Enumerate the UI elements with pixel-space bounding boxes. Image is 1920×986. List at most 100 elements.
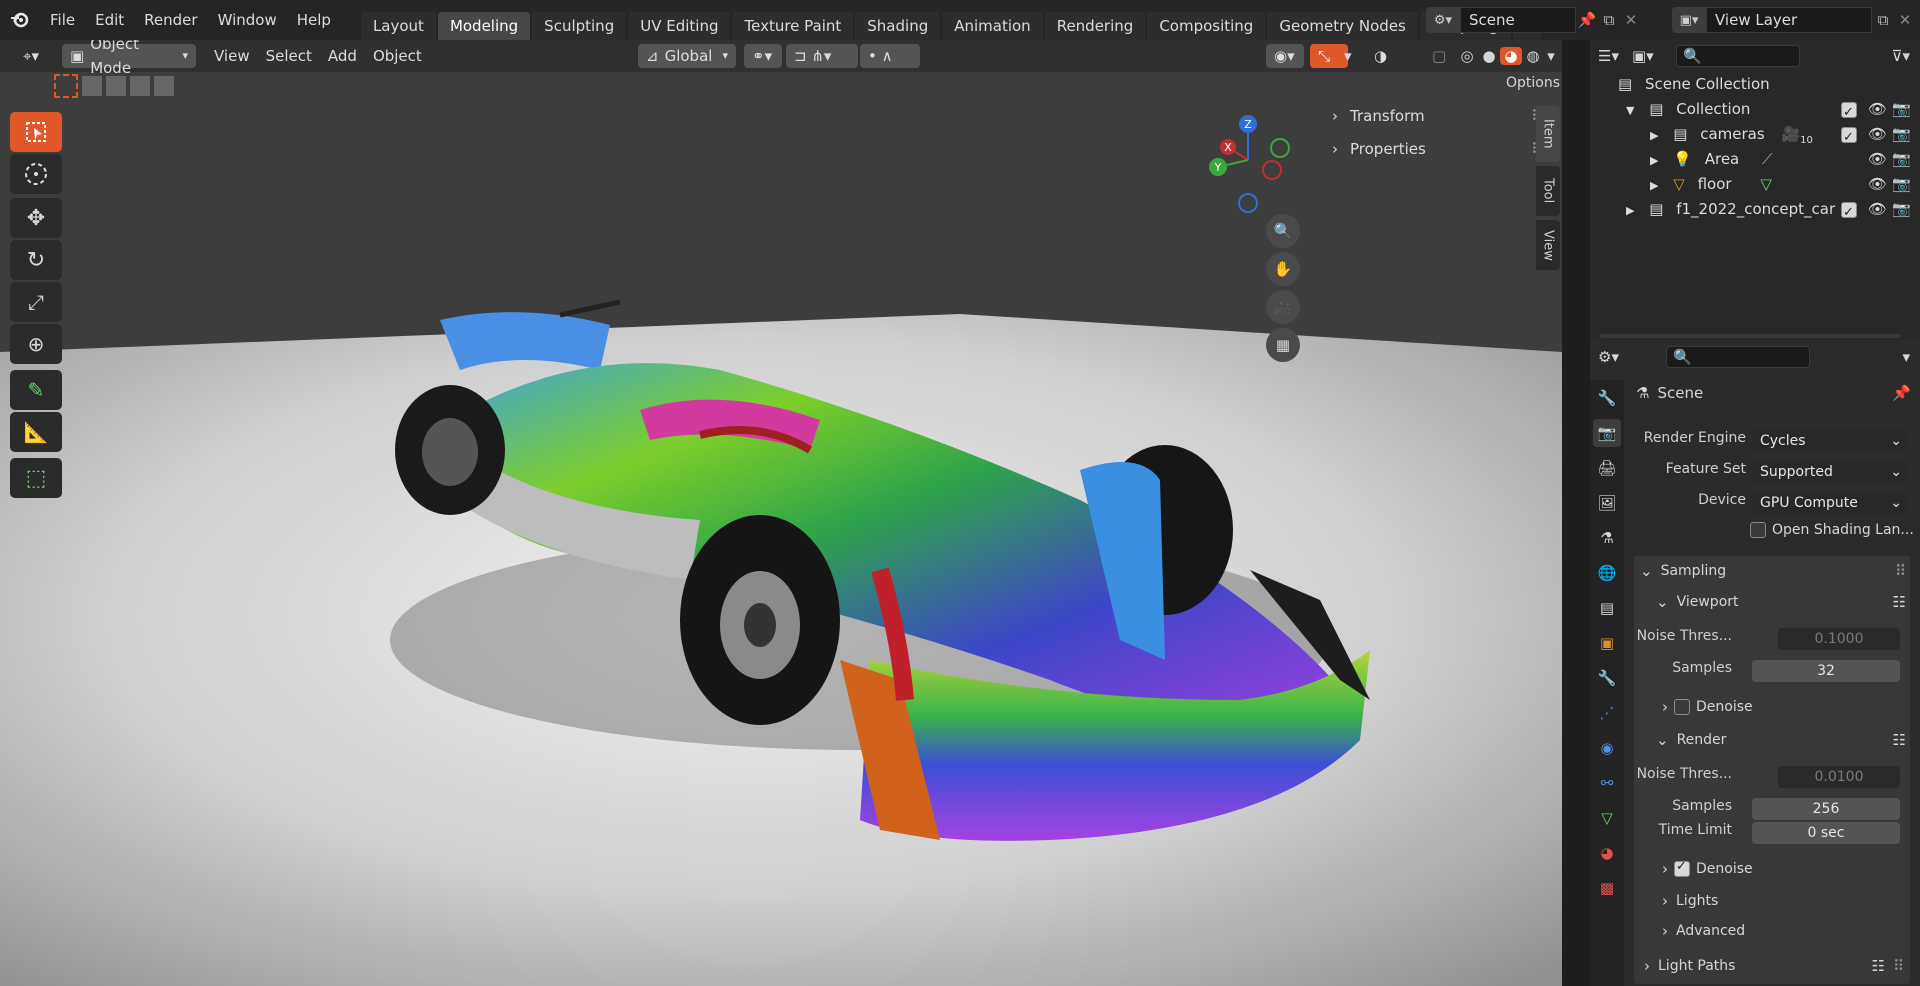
gizmo-neg-x-axis[interactable] <box>1262 160 1282 180</box>
eye-icon[interactable]: 👁 <box>1868 197 1887 222</box>
tab-sculpting[interactable]: Sculpting <box>532 12 627 40</box>
overlays-button[interactable]: ◑ <box>1366 44 1404 68</box>
tool-tab[interactable]: 🔧 <box>1593 384 1621 412</box>
menu-add[interactable]: Add <box>320 44 365 68</box>
menu-edit[interactable]: Edit <box>85 0 134 40</box>
outliner-search-input[interactable]: 🔍 <box>1676 45 1800 67</box>
scene-tab[interactable]: ⚗ <box>1593 524 1621 552</box>
options-dropdown[interactable]: Options ▾ <box>1498 72 1562 94</box>
scene-icon[interactable]: ⚙▾ <box>1426 7 1460 33</box>
eye-icon[interactable]: 👁 <box>1868 172 1887 197</box>
expand-arrow-icon[interactable]: ▶ <box>1650 154 1658 167</box>
perspective-toggle-button[interactable]: ▦ <box>1266 328 1300 362</box>
editor-type-button[interactable]: ⌖▾ <box>8 44 54 68</box>
viewport-denoise-checkbox[interactable] <box>1674 699 1690 715</box>
select-box-tool[interactable] <box>10 112 62 152</box>
collection-tab[interactable]: ▤ <box>1593 594 1621 622</box>
orientation-dropdown[interactable]: ⊿ Global ▾ <box>638 44 736 68</box>
outliner-row-collection[interactable]: ▼ ▤ Collection 👁 📷 <box>1590 97 1920 125</box>
pivot-dropdown[interactable]: ⚭▾ <box>744 44 782 68</box>
outliner-row-floor[interactable]: ▶ ▽ floor ▽ 👁 📷 <box>1590 172 1920 197</box>
view-layer-icon[interactable]: ▣▾ <box>1672 7 1706 33</box>
rotate-tool[interactable]: ↻ <box>10 240 62 280</box>
mode-dropdown[interactable]: ▣ Object Mode ▾ <box>62 40 196 77</box>
constraints-tab[interactable]: ⚯ <box>1593 769 1621 797</box>
viewport-samples-field[interactable]: 32 <box>1752 660 1900 682</box>
transform-tool[interactable]: ⊕ <box>10 324 62 364</box>
display-mode-dropdown[interactable]: ▣▾ <box>1632 47 1668 65</box>
eye-icon[interactable]: 👁 <box>1868 97 1887 122</box>
render-denoise-row[interactable]: › Denoise <box>1662 859 1753 878</box>
viewport-subpanel-header[interactable]: ⌄ Viewport ☷ <box>1656 590 1906 614</box>
shading-dropdown[interactable]: ▾ <box>1544 47 1558 65</box>
cursor-tool[interactable] <box>10 154 62 194</box>
select-intersect-icon[interactable] <box>154 76 174 96</box>
render-tab[interactable]: 📷 <box>1593 419 1621 447</box>
pan-button[interactable]: ✋ <box>1266 252 1300 286</box>
delete-view-layer-icon[interactable]: ✕ <box>1894 11 1916 29</box>
select-subtract-icon[interactable] <box>106 76 126 96</box>
material-shading-icon[interactable]: ◕ <box>1500 47 1522 65</box>
exclude-checkbox[interactable] <box>1841 200 1857 225</box>
gizmo-neg-y-axis[interactable] <box>1270 138 1290 158</box>
select-box-new-icon[interactable] <box>54 74 78 98</box>
physics-tab[interactable]: ◉ <box>1593 734 1621 762</box>
drag-handle-icon[interactable]: ⠿ <box>1893 957 1904 975</box>
zoom-button[interactable]: 🔍 <box>1266 214 1300 248</box>
exclude-checkbox[interactable] <box>1841 125 1857 150</box>
select-invert-icon[interactable] <box>130 76 150 96</box>
viewport-scene[interactable] <box>0 40 1562 986</box>
list-icon[interactable]: ☷ <box>1872 957 1885 975</box>
annotate-tool[interactable]: ✎ <box>10 370 62 410</box>
delete-scene-icon[interactable]: ✕ <box>1620 11 1642 29</box>
expand-arrow-icon[interactable]: ▶ <box>1626 204 1634 217</box>
tab-layout[interactable]: Layout <box>360 12 436 40</box>
eye-icon[interactable]: 👁 <box>1868 147 1887 172</box>
add-cube-tool[interactable]: ⬚ <box>10 458 62 498</box>
menu-help[interactable]: Help <box>287 0 341 40</box>
view-layer-name-field[interactable]: View Layer <box>1706 7 1872 33</box>
solid-shading-icon[interactable]: ● <box>1478 47 1500 65</box>
light-paths-panel-header[interactable]: › Light Paths ☷ ⠿ <box>1634 952 1910 980</box>
expand-arrow-icon[interactable]: ▼ <box>1626 104 1634 117</box>
drag-handle-icon[interactable]: ⠿ <box>1895 562 1906 580</box>
viewport-denoise-row[interactable]: › Denoise <box>1662 698 1753 716</box>
area-divider[interactable] <box>1562 40 1590 986</box>
render-camera-icon[interactable]: 📷 <box>1892 97 1911 122</box>
render-subpanel-header[interactable]: ⌄ Render ☷ <box>1656 728 1906 752</box>
advanced-subpanel-header[interactable]: › Advanced <box>1662 922 1745 940</box>
tab-shading[interactable]: Shading <box>855 12 941 40</box>
data-tab[interactable]: ▽ <box>1593 804 1621 832</box>
gizmo-neg-z-axis[interactable] <box>1238 193 1258 213</box>
menu-view[interactable]: View <box>206 44 258 68</box>
move-tool[interactable]: ✥ <box>10 198 62 238</box>
new-view-layer-icon[interactable]: ⧉ <box>1872 11 1894 29</box>
osl-checkbox[interactable] <box>1750 522 1766 538</box>
particles-tab[interactable]: ⋰ <box>1593 699 1621 727</box>
select-extend-icon[interactable] <box>82 76 102 96</box>
osl-checkbox-row[interactable]: Open Shading Lan... <box>1750 522 1914 538</box>
blender-logo-icon[interactable] <box>0 0 40 40</box>
modifier-tab[interactable]: 🔧 <box>1593 664 1621 692</box>
pin-icon[interactable]: 📌 <box>1892 384 1911 402</box>
gizmo-dropdown[interactable]: ▾ <box>1336 44 1362 68</box>
camera-view-button[interactable]: 🎥 <box>1266 290 1300 324</box>
render-camera-icon[interactable]: 📷 <box>1892 197 1911 222</box>
rendered-shading-icon[interactable]: ◍ <box>1522 47 1544 65</box>
tab-uv-editing[interactable]: UV Editing <box>628 12 731 40</box>
tab-view[interactable]: View <box>1536 220 1560 270</box>
time-limit-field[interactable]: 0 sec <box>1752 822 1900 844</box>
texture-tab[interactable]: ▩ <box>1593 874 1621 902</box>
tab-modeling[interactable]: Modeling <box>437 12 531 40</box>
properties-panel-header[interactable]: › Properties ⠿ <box>1322 135 1552 163</box>
device-dropdown[interactable]: GPU Compute ⌄ <box>1752 492 1908 514</box>
tab-rendering[interactable]: Rendering <box>1044 12 1146 40</box>
list-icon[interactable]: ☷ <box>1893 731 1906 749</box>
transform-panel-header[interactable]: › Transform ⠿ <box>1322 102 1552 130</box>
tab-texture-paint[interactable]: Texture Paint <box>732 12 854 40</box>
tab-tool[interactable]: Tool <box>1536 166 1560 216</box>
outliner-row-f1-car[interactable]: ▶ ▤ f1_2022_concept_car 👁 📷 <box>1590 197 1920 225</box>
properties-options-dropdown[interactable]: ▾ <box>1902 348 1910 366</box>
tab-compositing[interactable]: Compositing <box>1147 12 1266 40</box>
render-samples-field[interactable]: 256 <box>1752 798 1900 820</box>
